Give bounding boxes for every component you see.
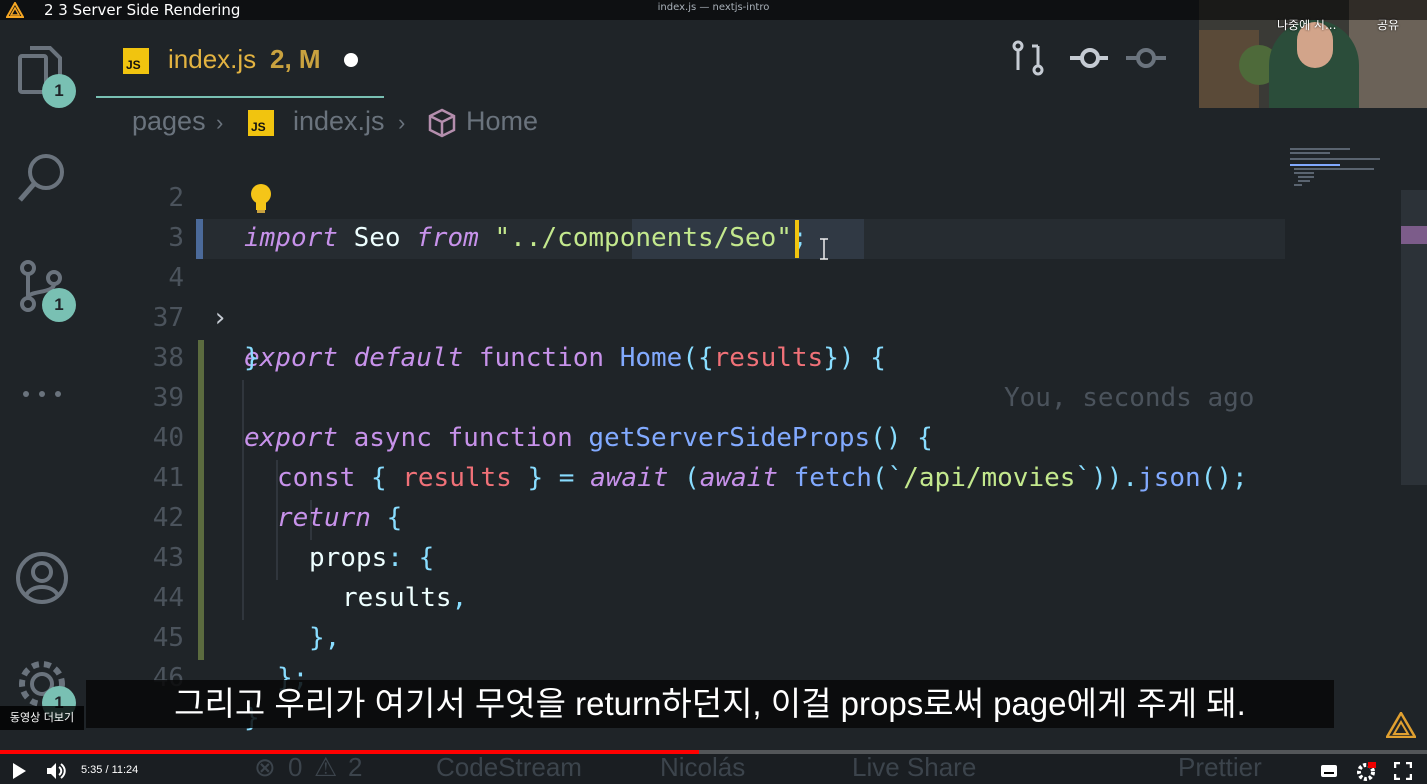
subtitles-icon[interactable] xyxy=(1320,764,1338,778)
code-line[interactable]: 39 export async function getServerSidePr… xyxy=(96,338,1286,453)
compare-changes-icon[interactable] xyxy=(1010,40,1046,76)
tab-label: index.js xyxy=(168,44,257,74)
code-line[interactable]: 4 › export default function Home({result… xyxy=(96,218,1286,413)
explorer-badge: 1 xyxy=(42,74,76,108)
more-videos-button[interactable]: 동영상 더보기 xyxy=(0,706,84,730)
search-icon[interactable] xyxy=(14,150,70,206)
code-line[interactable]: 46 } xyxy=(96,618,1286,733)
caption: 그리고 우리가 여기서 무엇을 return하던지, 이걸 props로써 pa… xyxy=(86,680,1334,728)
breadcrumb-symbol[interactable]: Home xyxy=(466,106,538,137)
code-line[interactable]: 38 xyxy=(96,298,1286,373)
settings-hd-icon[interactable] xyxy=(1356,762,1376,782)
code-line[interactable]: 42 props: { xyxy=(96,458,1286,573)
code-line[interactable]: 3 xyxy=(96,178,1286,253)
code-line[interactable]: 41 return { xyxy=(96,418,1286,533)
javascript-file-icon: JS xyxy=(123,48,149,74)
activity-bar: 1 1 1 xyxy=(0,20,86,750)
volume-icon[interactable] xyxy=(46,762,68,780)
play-icon[interactable] xyxy=(10,762,28,780)
unsaved-dot-icon[interactable] xyxy=(344,53,358,67)
more-icon[interactable] xyxy=(14,366,70,422)
breadcrumb-file[interactable]: index.js xyxy=(293,106,385,137)
account-icon[interactable] xyxy=(14,550,70,606)
go-back-icon[interactable] xyxy=(1068,40,1108,76)
go-forward-icon[interactable] xyxy=(1126,40,1166,76)
breadcrumb-folder[interactable]: pages xyxy=(132,106,206,137)
fullscreen-icon[interactable] xyxy=(1394,762,1412,780)
code-line[interactable]: 44 }, xyxy=(96,538,1286,653)
symbol-cube-icon xyxy=(428,108,456,138)
mouse-ibeam-icon xyxy=(820,238,828,260)
code-line[interactable]: 2 import Seo from "../components/Seo"; xyxy=(96,138,1286,253)
scrollbar-marker xyxy=(1401,226,1427,244)
code-line[interactable]: 45 }; xyxy=(96,578,1286,693)
chevron-right-icon: › xyxy=(398,110,406,135)
code-line[interactable]: 37 } xyxy=(96,258,1286,373)
tab-status: 2, M xyxy=(270,44,321,74)
time-display: 5:35 / 11:24 xyxy=(81,764,139,776)
code-line[interactable]: 43 results, xyxy=(96,498,1286,613)
tab-index-js[interactable]: JS index.js 2, M xyxy=(96,20,384,98)
code-line[interactable]: 40 const { results } = await (await fetc… xyxy=(96,378,1286,493)
text-cursor xyxy=(795,220,799,258)
window-title: index.js — nextjs-intro xyxy=(657,2,770,13)
player-controls: 5:35 / 11:24 xyxy=(0,754,1427,784)
chevron-right-icon: › xyxy=(216,110,224,135)
lightbulb-icon[interactable] xyxy=(248,182,274,214)
channel-watermark-icon[interactable] xyxy=(1386,712,1416,738)
scm-badge: 1 xyxy=(42,288,76,322)
javascript-file-icon: JS xyxy=(248,110,274,136)
